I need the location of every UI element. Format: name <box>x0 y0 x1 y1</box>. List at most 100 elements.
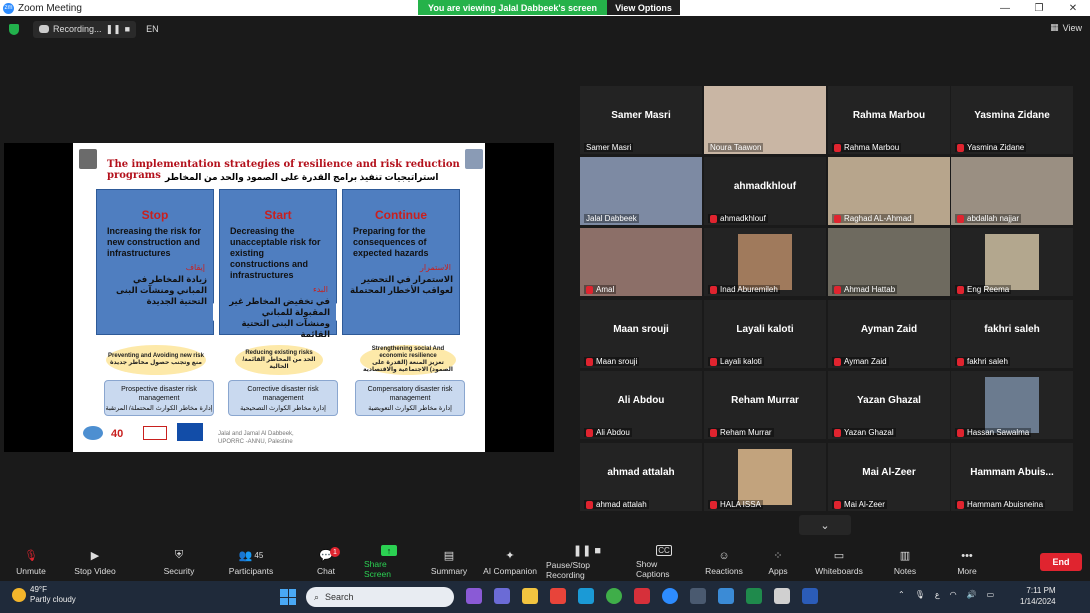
participant-display-name: Yazan Ghazal <box>857 395 921 406</box>
stop-icon[interactable]: ■ <box>125 24 130 34</box>
mail-icon[interactable] <box>718 588 734 604</box>
participant-tile[interactable]: Hammam Abuis... Hammam Abuisneina <box>951 443 1073 511</box>
show-captions-label: Show Captions <box>636 559 670 579</box>
participant-tile[interactable]: Eng Reema <box>951 228 1073 296</box>
participant-tile[interactable]: Reham Murrar Reham Murrar <box>704 371 826 439</box>
end-meeting-button[interactable]: End <box>1040 553 1082 571</box>
view-options-button[interactable]: View Options <box>607 0 680 15</box>
pause-stop-recording-button[interactable]: ❚❚ ■ Pause/Stop Recording <box>546 545 628 580</box>
participant-tile[interactable]: Ahmad Hattab <box>828 228 950 296</box>
battery-icon[interactable]: ▭ <box>987 590 995 599</box>
participant-video <box>738 449 792 505</box>
wifi-icon[interactable]: ◠ <box>950 590 957 599</box>
participant-name: Reham Murrar <box>720 428 772 437</box>
view-button[interactable]: ▦ View <box>1050 22 1082 33</box>
excel-icon[interactable] <box>746 588 762 604</box>
show-captions-button[interactable]: CC Show Captions <box>636 545 692 579</box>
volume-icon[interactable]: 🔊 <box>967 590 977 599</box>
participant-name: Rahma Marbou <box>844 143 900 152</box>
stop-video-button[interactable]: ▶ Stop Video <box>72 545 118 579</box>
weather-icon <box>12 588 26 602</box>
teams-icon[interactable] <box>494 588 510 604</box>
participant-tile[interactable]: Inad Aburemileh <box>704 228 826 296</box>
participant-display-name: Rahma Marbou <box>852 110 926 121</box>
participant-tile[interactable]: abdallah najjar <box>951 157 1073 225</box>
participant-name-label: Samer Masri <box>584 143 634 152</box>
participant-tile[interactable]: ahmad attalah ahmad attalah <box>580 443 702 511</box>
participant-name-label: Raghad AL-Ahmad <box>832 214 914 223</box>
muted-mic-icon <box>834 285 841 294</box>
ai-companion-label: AI Companion <box>483 565 537 576</box>
search-icon: ⌕ <box>314 591 320 602</box>
participant-tile[interactable]: Layali kaloti Layali kaloti <box>704 300 826 368</box>
participant-tile[interactable]: Samer Masri Samer Masri <box>580 86 702 154</box>
app-icon[interactable] <box>690 588 706 604</box>
file-explorer-icon[interactable] <box>522 588 538 604</box>
taskbar-clock[interactable]: 7:11 PM 1/14/2024 <box>1020 585 1056 607</box>
participant-tile[interactable]: Noura Taawon <box>704 86 826 154</box>
pause-icon[interactable]: ❚❚ <box>106 24 121 35</box>
chevron-up-icon[interactable]: ⌃ <box>898 590 905 599</box>
unmute-button[interactable]: 🎙 Unmute <box>12 545 50 579</box>
settings-icon[interactable] <box>774 588 790 604</box>
oval-arabic: منع وتجنب حصول مخاطر جديدة <box>110 360 202 366</box>
participant-display-name: ahmadkhlouf <box>733 181 797 192</box>
taskbar-search[interactable]: ⌕ Search <box>306 587 454 607</box>
share-screen-button[interactable]: ↑ Share Screen <box>364 545 414 579</box>
management-arabic: إدارة مخاطر الكوارث المحتملة/ المرتقبة <box>105 405 213 412</box>
summary-button[interactable]: ▤ Summary <box>430 545 468 579</box>
weather-widget[interactable]: 49°F Partly cloudy <box>12 585 76 605</box>
language-indicator[interactable]: EN <box>146 24 159 34</box>
participant-tile[interactable]: Ali Abdou Ali Abdou <box>580 371 702 439</box>
more-button[interactable]: ••• More <box>954 545 980 579</box>
security-button[interactable]: ⛨ Security <box>160 545 198 579</box>
participant-display-name: Yasmina Zidane <box>974 110 1050 121</box>
zoom-taskbar-icon[interactable] <box>634 588 650 604</box>
muted-mic-icon <box>710 500 717 509</box>
apps-button[interactable]: ⁘ Apps <box>766 545 790 579</box>
participant-tile[interactable]: Yazan Ghazal Yazan Ghazal <box>828 371 950 439</box>
participant-name-label: Maan srouji <box>584 357 640 366</box>
participant-tile[interactable]: Raghad AL-Ahmad <box>828 157 950 225</box>
windows-start-icon[interactable] <box>280 589 296 605</box>
participant-tile[interactable]: Hassan Sawalma <box>951 371 1073 439</box>
participant-name: Hassan Sawalma <box>967 428 1030 437</box>
chrome-icon[interactable] <box>606 588 622 604</box>
shield-icon[interactable] <box>9 23 19 35</box>
muted-mic-icon <box>957 285 964 294</box>
participant-tile[interactable]: Ayman Zaid Ayman Zaid <box>828 300 950 368</box>
word-icon[interactable] <box>802 588 818 604</box>
maximize-button[interactable]: ❐ <box>1022 0 1056 16</box>
participant-tile[interactable]: Mai Al-Zeer Mai Al-Zeer <box>828 443 950 511</box>
blue-app-icon[interactable] <box>662 588 678 604</box>
notes-button[interactable]: ▥ Notes <box>892 545 918 579</box>
participant-tile[interactable]: Rahma Marbou Rahma Marbou <box>828 86 950 154</box>
minimize-button[interactable]: — <box>988 0 1022 16</box>
participants-button[interactable]: 👥 45 Participants <box>228 545 274 579</box>
ai-companion-button[interactable]: ✦ AI Companion <box>482 545 538 579</box>
edge-icon[interactable] <box>578 588 594 604</box>
whiteboards-button[interactable]: ▭ Whiteboards <box>814 545 864 579</box>
participant-tile[interactable]: Jalal Dabbeek <box>580 157 702 225</box>
reactions-button[interactable]: ☺ Reactions <box>705 545 743 579</box>
recording-label: Recording... <box>53 24 102 34</box>
media-app-icon[interactable] <box>550 588 566 604</box>
recording-indicator[interactable]: Recording... ❚❚ ■ <box>33 20 137 38</box>
participant-video <box>985 234 1039 290</box>
participant-tile[interactable]: Amal <box>580 228 702 296</box>
participant-tile[interactable]: fakhri saleh fakhri saleh <box>951 300 1073 368</box>
box-english-text: Increasing the risk for new construction… <box>107 226 202 258</box>
close-button[interactable]: ✕ <box>1056 0 1090 16</box>
participant-tile[interactable]: ahmadkhlouf ahmadkhlouf <box>704 157 826 225</box>
language-indicator[interactable]: ع <box>935 590 940 599</box>
participant-tile[interactable]: Yasmina Zidane Yasmina Zidane <box>951 86 1073 154</box>
clock-date: 1/14/2024 <box>1020 597 1056 606</box>
whiteboard-icon: ▭ <box>833 550 845 562</box>
management-english: Corrective disaster risk management <box>247 386 319 402</box>
participant-tile[interactable]: Maan srouji Maan srouji <box>580 300 702 368</box>
participant-tile[interactable]: HALA ISSA <box>704 443 826 511</box>
collapse-gallery-button[interactable]: ⌄ <box>799 515 851 535</box>
participant-name: Eng Reema <box>967 285 1010 294</box>
taskview-icon[interactable] <box>466 588 482 604</box>
microphone-icon[interactable]: 🎙 <box>915 590 925 599</box>
